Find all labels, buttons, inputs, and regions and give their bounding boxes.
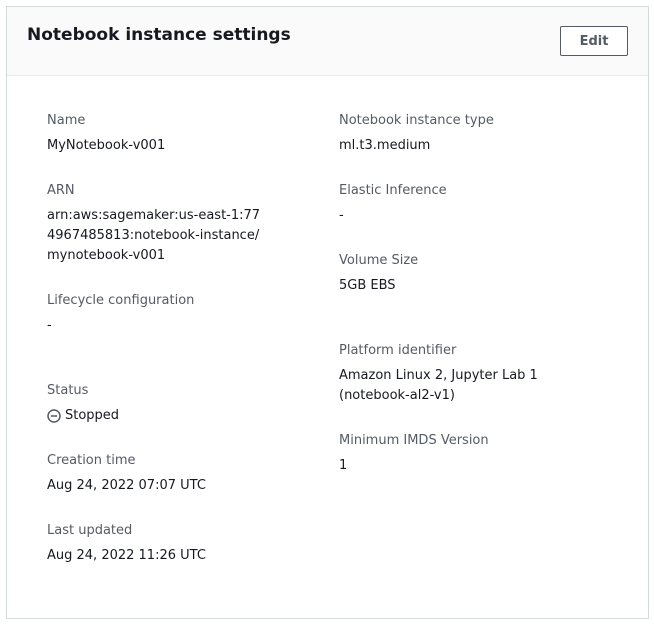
field-arn: ARN arn:aws:sagemaker:us-east-1:77496748… [47,181,267,266]
lifecycle-label: Lifecycle configuration [47,293,195,308]
field-last-updated: Last updated Aug 24, 2022 11:26 UTC [47,521,307,566]
platform-identifier-label: Platform identifier [339,343,457,358]
last-updated-label: Last updated [47,523,133,538]
platform-identifier-value: Amazon Linux 2, Jupyter Lab 1 (notebook-… [339,368,538,403]
instance-type-value: ml.t3.medium [339,138,431,153]
field-status: Status Stopped [47,381,307,426]
arn-label: ARN [47,183,75,198]
creation-time-value: Aug 24, 2022 07:07 UTC [47,478,206,493]
instance-type-label: Notebook instance type [339,113,494,128]
name-label: Name [47,113,86,128]
imds-version-value: 1 [339,458,348,473]
arn-value: arn:aws:sagemaker:us-east-1:774967485813… [47,208,261,263]
panel-title: Notebook instance settings [27,25,291,45]
status-value: Stopped [65,408,120,423]
field-creation-time: Creation time Aug 24, 2022 07:07 UTC [47,451,307,496]
field-imds-version: Minimum IMDS Version 1 [339,431,639,476]
status-row: Stopped [47,406,307,426]
stopped-circle-icon [47,409,61,423]
field-lifecycle: Lifecycle configuration - [47,291,307,336]
field-volume-size: Volume Size 5GB EBS [339,251,639,296]
field-elastic-inference: Elastic Inference - [339,181,639,226]
panel-header: Notebook instance settings Edit [7,7,648,76]
field-platform-identifier: Platform identifier Amazon Linux 2, Jupy… [339,341,569,406]
creation-time-label: Creation time [47,453,136,468]
name-value: MyNotebook-v001 [47,138,166,153]
field-name: Name MyNotebook-v001 [47,111,307,156]
imds-version-label: Minimum IMDS Version [339,433,489,448]
last-updated-value: Aug 24, 2022 11:26 UTC [47,548,206,563]
elastic-inference-label: Elastic Inference [339,183,447,198]
status-label: Status [47,383,89,398]
field-instance-type: Notebook instance type ml.t3.medium [339,111,639,156]
notebook-settings-panel: Notebook instance settings Edit Name MyN… [6,6,649,619]
lifecycle-value: - [47,318,52,333]
volume-size-label: Volume Size [339,253,419,268]
edit-button[interactable]: Edit [560,26,628,56]
volume-size-value: 5GB EBS [339,278,396,293]
elastic-inference-value: - [339,208,344,223]
